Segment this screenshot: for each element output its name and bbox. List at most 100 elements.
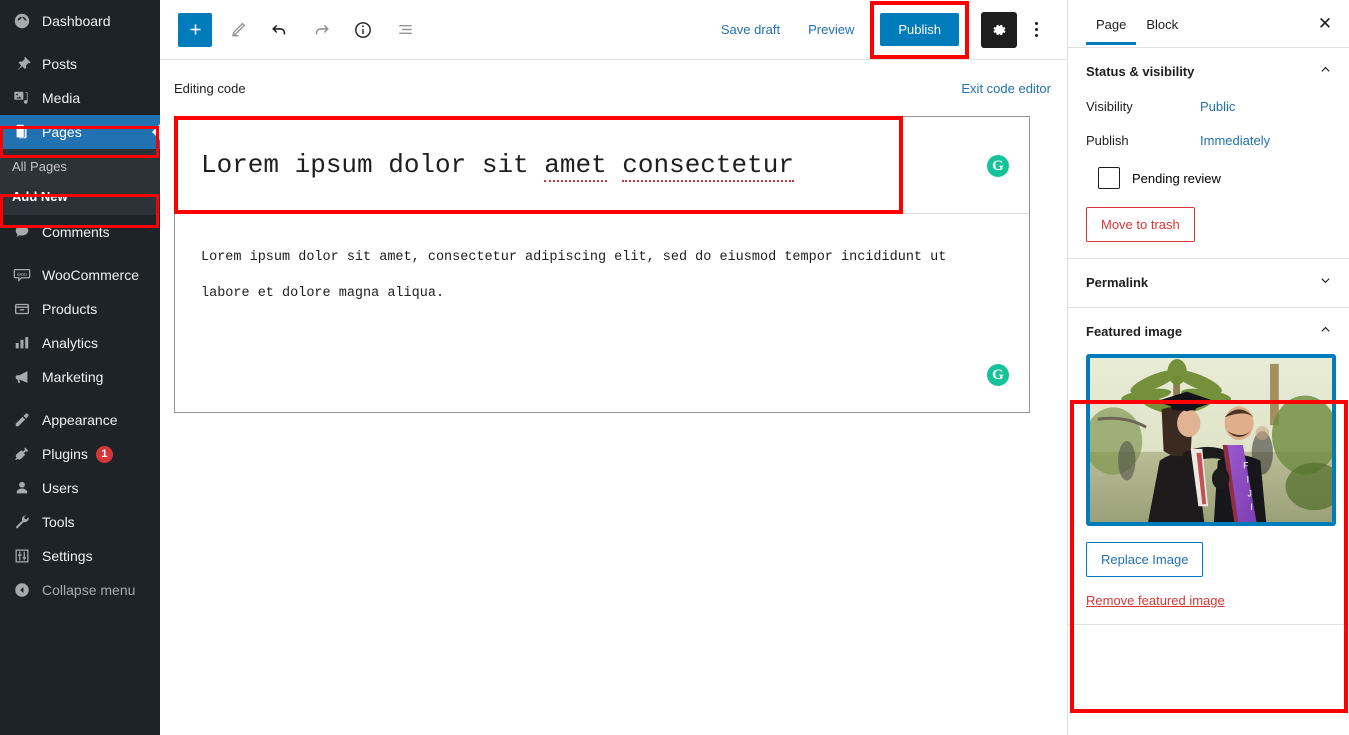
tools-icon xyxy=(12,512,32,532)
permalink-header[interactable]: Permalink xyxy=(1086,273,1333,291)
sidebar-divider xyxy=(0,38,160,47)
submenu-item-all-pages[interactable]: All Pages xyxy=(0,151,160,181)
sidebar-item-pages[interactable]: Pages xyxy=(0,115,160,149)
redo-button[interactable] xyxy=(304,13,338,47)
visibility-row: Visibility Public xyxy=(1086,99,1333,114)
permalink-section: Permalink xyxy=(1068,259,1349,308)
editing-code-label: Editing code xyxy=(174,80,246,96)
tools-pencil-button[interactable] xyxy=(220,13,254,47)
sidebar-item-label: Collapse menu xyxy=(42,582,136,598)
pending-review-label: Pending review xyxy=(1132,170,1221,186)
submenu-item-label: Add New xyxy=(12,188,68,204)
svg-text:I: I xyxy=(1247,474,1249,484)
dot xyxy=(1034,34,1038,37)
wordpress-editor-screen: Dashboard Posts Media Pages All Pages Ad… xyxy=(0,0,1349,735)
sidebar-item-label: Media xyxy=(42,90,81,106)
sidebar-item-marketing[interactable]: Marketing xyxy=(0,360,160,394)
tab-label: Block xyxy=(1146,17,1179,32)
title-part-space xyxy=(607,150,623,180)
featured-image-thumbnail[interactable]: F I J I xyxy=(1086,354,1336,526)
section-title: Permalink xyxy=(1086,274,1149,290)
sidebar-item-label: Plugins xyxy=(42,446,88,462)
status-visibility-header[interactable]: Status & visibility xyxy=(1086,62,1333,80)
tab-label: Page xyxy=(1096,17,1127,32)
add-block-button[interactable] xyxy=(178,12,212,47)
sidebar-item-comments[interactable]: Comments xyxy=(0,215,160,249)
save-draft-button[interactable]: Save draft xyxy=(709,14,792,45)
sidebar-item-label: Comments xyxy=(42,224,110,240)
chevron-up-icon xyxy=(1318,62,1333,80)
submenu-item-add-new[interactable]: Add New xyxy=(0,181,160,211)
sidebar-item-collapse-menu[interactable]: Collapse menu xyxy=(0,573,160,607)
products-icon xyxy=(12,299,32,319)
visibility-value[interactable]: Public xyxy=(1200,99,1235,114)
appearance-icon xyxy=(12,410,32,430)
submenu-item-label: All Pages xyxy=(12,158,67,174)
close-icon[interactable]: ✕ xyxy=(1309,8,1341,40)
dashboard-icon xyxy=(12,11,32,31)
sidebar-item-label: WooCommerce xyxy=(42,267,139,283)
plugins-icon xyxy=(12,444,32,464)
section-title: Status & visibility xyxy=(1086,63,1195,79)
sidebar-item-products[interactable]: Products xyxy=(0,292,160,326)
sidebar-item-label: Posts xyxy=(42,56,78,72)
toolbar-right-group: Save draft Preview Publish xyxy=(709,1,1051,59)
title-part-misspelled: amet xyxy=(544,150,607,182)
sidebar-item-tools[interactable]: Tools xyxy=(0,505,160,539)
sidebar-item-woocommerce[interactable]: woo WooCommerce xyxy=(0,258,160,292)
chevron-down-icon xyxy=(1318,273,1333,291)
undo-button[interactable] xyxy=(262,13,296,47)
replace-image-button[interactable]: Replace Image xyxy=(1086,542,1204,577)
preview-button[interactable]: Preview xyxy=(796,14,866,45)
gear-icon[interactable] xyxy=(981,11,1017,48)
list-view-icon[interactable] xyxy=(388,13,422,47)
sidebar-item-appearance[interactable]: Appearance xyxy=(0,403,160,437)
sidebar-item-label: Marketing xyxy=(42,369,104,385)
sidebar-divider xyxy=(0,249,160,258)
publish-value[interactable]: Immediately xyxy=(1200,133,1270,148)
sidebar-item-label: Pages xyxy=(42,124,82,140)
sidebar-item-users[interactable]: Users xyxy=(0,471,160,505)
svg-text:I: I xyxy=(1250,502,1252,512)
sidebar-item-media[interactable]: Media xyxy=(0,81,160,115)
svg-text:woo: woo xyxy=(16,272,27,278)
woocommerce-icon: woo xyxy=(12,265,32,285)
dot xyxy=(1034,28,1038,31)
tab-block[interactable]: Block xyxy=(1136,3,1188,44)
code-body-field[interactable]: Lorem ipsum dolor sit amet, consectetur … xyxy=(175,214,1029,412)
svg-text:F: F xyxy=(1243,461,1249,471)
section-title: Featured image xyxy=(1086,323,1183,339)
pending-review-checkbox[interactable] xyxy=(1098,167,1120,189)
code-editor-header: Editing code Exit code editor xyxy=(160,60,1067,116)
sidebar-item-plugins[interactable]: Plugins 1 xyxy=(0,437,160,471)
featured-image-header[interactable]: Featured image xyxy=(1086,322,1333,340)
sidebar-item-analytics[interactable]: Analytics xyxy=(0,326,160,360)
comments-icon xyxy=(12,222,32,242)
sidebar-item-settings[interactable]: Settings xyxy=(0,539,160,573)
sidebar-item-label: Analytics xyxy=(42,335,99,351)
sidebar-item-dashboard[interactable]: Dashboard xyxy=(0,4,160,38)
toolbar-left-group xyxy=(178,12,422,47)
publish-button-wrapper: Publish xyxy=(870,1,969,59)
visibility-label: Visibility xyxy=(1086,99,1133,114)
settings-sidebar: Page Block ✕ Status & visibility Visibil… xyxy=(1067,0,1349,735)
move-to-trash-button[interactable]: Move to trash xyxy=(1086,207,1195,242)
remove-featured-image-link[interactable]: Remove featured image xyxy=(1086,593,1333,608)
pin-icon xyxy=(12,54,32,74)
grammarly-icon[interactable]: G xyxy=(987,155,1009,177)
more-options-icon[interactable] xyxy=(1021,12,1051,48)
dot xyxy=(1034,22,1038,25)
exit-code-editor-link[interactable]: Exit code editor xyxy=(961,81,1051,96)
sidebar-item-posts[interactable]: Posts xyxy=(0,47,160,81)
info-icon[interactable] xyxy=(346,13,380,47)
editor-main: Save draft Preview Publish Editing code … xyxy=(160,0,1067,735)
code-title-row: Lorem ipsum dolor sit amet consectetur G xyxy=(175,117,1029,214)
tab-page[interactable]: Page xyxy=(1086,3,1137,45)
settings-icon xyxy=(12,546,32,566)
publish-button[interactable]: Publish xyxy=(880,13,959,46)
pending-review-row: Pending review xyxy=(1086,167,1333,189)
code-title-field[interactable]: Lorem ipsum dolor sit amet consectetur xyxy=(175,150,794,182)
current-arrow-icon xyxy=(152,124,160,140)
settings-tabs: Page Block ✕ xyxy=(1068,0,1349,48)
grammarly-icon[interactable]: G xyxy=(987,364,1009,386)
